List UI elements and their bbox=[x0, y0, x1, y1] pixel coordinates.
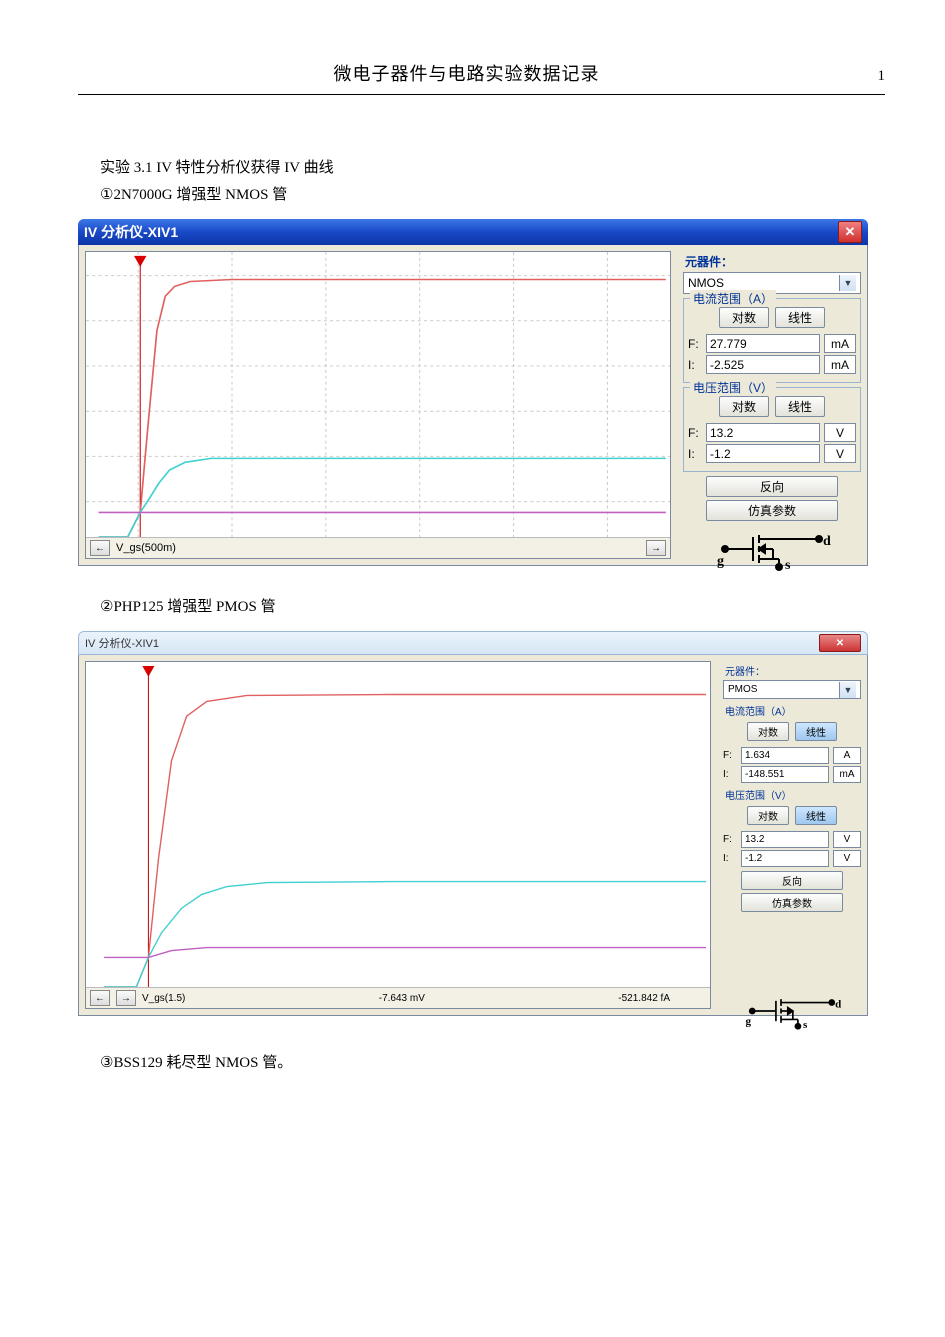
voltage-i-input[interactable]: -1.2 bbox=[706, 444, 820, 463]
current-i-unit[interactable]: mA bbox=[833, 766, 861, 783]
voltage-range-legend: 电压范围（V） bbox=[725, 787, 861, 802]
sim-params-button[interactable]: 仿真参数 bbox=[741, 893, 843, 912]
current-range-group: 电流范围（A） 对数 线性 F: 27.779 mA I: -2.525 mA bbox=[683, 298, 861, 383]
f-label: F: bbox=[723, 750, 737, 761]
current-f-unit[interactable]: mA bbox=[824, 334, 856, 353]
title-bar[interactable]: IV 分析仪-XIV1 ✕ bbox=[78, 219, 868, 245]
curve-mid bbox=[99, 458, 666, 537]
voltage-range-legend: 电压范围（V） bbox=[690, 379, 776, 396]
component-label: 元器件： bbox=[685, 253, 861, 270]
curve-low bbox=[104, 948, 706, 958]
linear-button[interactable]: 线性 bbox=[775, 396, 825, 417]
reverse-button[interactable]: 反向 bbox=[741, 871, 843, 890]
voltage-f-input[interactable]: 13.2 bbox=[741, 831, 829, 848]
linear-button[interactable]: 线性 bbox=[795, 806, 837, 825]
log-button[interactable]: 对数 bbox=[747, 722, 789, 741]
curve-mid bbox=[104, 882, 706, 987]
curve-high bbox=[99, 280, 666, 537]
close-icon[interactable]: ✕ bbox=[819, 634, 861, 652]
status-mid-value: -7.643 mV bbox=[379, 993, 425, 1004]
voltage-i-unit[interactable]: V bbox=[824, 444, 856, 463]
component-value: NMOS bbox=[688, 276, 724, 290]
current-range-legend: 电流范围（A） bbox=[725, 703, 861, 718]
component-label: 元器件： bbox=[725, 663, 861, 678]
svg-text:s: s bbox=[803, 1019, 808, 1030]
item-2-label: ②PHP125 增强型 PMOS 管 bbox=[100, 594, 885, 621]
f-label: F: bbox=[688, 426, 702, 440]
voltage-range-group: 电压范围（V） 对数 线性 F: 13.2 V I: -1.2 V bbox=[683, 387, 861, 472]
experiment-title: 实验 3.1 IV 特性分析仪获得 IV 曲线 bbox=[100, 155, 885, 182]
i-label: I: bbox=[723, 853, 737, 864]
linear-button[interactable]: 线性 bbox=[775, 307, 825, 328]
status-label: V_gs(500m) bbox=[116, 542, 176, 554]
current-i-input[interactable]: -148.551 bbox=[741, 766, 829, 783]
curve-high bbox=[104, 695, 706, 988]
current-range-legend: 电流范围（A） bbox=[690, 290, 776, 307]
log-button[interactable]: 对数 bbox=[719, 307, 769, 328]
component-dropdown[interactable]: PMOS ▼ bbox=[723, 680, 861, 699]
i-label: I: bbox=[688, 447, 702, 461]
iv-curves-chart-1 bbox=[86, 252, 670, 537]
i-label: I: bbox=[723, 769, 737, 780]
iv-analyzer-window-2: IV 分析仪-XIV1 ✕ ← → V_gs(1.5) -7.643 mV bbox=[78, 631, 868, 1016]
current-f-input[interactable]: 27.779 bbox=[706, 334, 820, 353]
component-value: PMOS bbox=[728, 684, 757, 695]
close-icon[interactable]: ✕ bbox=[838, 221, 862, 243]
plot-area[interactable]: ← V_gs(500m) → bbox=[85, 251, 671, 559]
page-number: 1 bbox=[855, 68, 885, 85]
svg-text:g: g bbox=[717, 554, 724, 569]
svg-text:d: d bbox=[835, 999, 841, 1011]
arrow-left-icon[interactable]: ← bbox=[90, 990, 110, 1006]
arrow-right-icon[interactable]: → bbox=[116, 990, 136, 1006]
iv-curves-chart-2 bbox=[86, 662, 710, 987]
i-label: I: bbox=[688, 358, 702, 372]
voltage-range-group: 电压范围（V） 对数 线性 F: 13.2 V I: -1.2 V bbox=[723, 787, 861, 867]
window-title: IV 分析仪-XIV1 bbox=[84, 222, 178, 242]
current-range-group: 电流范围（A） 对数 线性 F: 1.634 A I: -148.551 mA bbox=[723, 703, 861, 783]
window-title: IV 分析仪-XIV1 bbox=[85, 635, 159, 651]
side-panel: 元器件： NMOS ▼ 电流范围（A） 对数 线性 F: 27.779 mA bbox=[677, 245, 867, 565]
side-panel: 元器件： PMOS ▼ 电流范围（A） 对数 线性 F: 1.634 A bbox=[717, 655, 867, 1015]
arrow-left-icon[interactable]: ← bbox=[90, 540, 110, 556]
reverse-button[interactable]: 反向 bbox=[706, 476, 838, 497]
status-label: V_gs(1.5) bbox=[142, 993, 185, 1004]
status-right-value: -521.842 fA bbox=[618, 993, 670, 1004]
voltage-i-input[interactable]: -1.2 bbox=[741, 850, 829, 867]
item-3-label: ③BSS129 耗尽型 NMOS 管。 bbox=[100, 1050, 885, 1077]
log-button[interactable]: 对数 bbox=[719, 396, 769, 417]
current-i-unit[interactable]: mA bbox=[824, 355, 856, 374]
arrow-right-icon[interactable]: → bbox=[646, 540, 666, 556]
voltage-f-unit[interactable]: V bbox=[824, 423, 856, 442]
title-bar[interactable]: IV 分析仪-XIV1 ✕ bbox=[78, 631, 868, 655]
svg-text:s: s bbox=[785, 558, 791, 571]
page-header-title: 微电子器件与电路实验数据记录 bbox=[78, 60, 855, 86]
header-divider bbox=[78, 94, 885, 95]
f-label: F: bbox=[688, 337, 702, 351]
current-f-input[interactable]: 1.634 bbox=[741, 747, 829, 764]
voltage-f-input[interactable]: 13.2 bbox=[706, 423, 820, 442]
log-button[interactable]: 对数 bbox=[747, 806, 789, 825]
voltage-f-unit[interactable]: V bbox=[833, 831, 861, 848]
item-1-label: ①2N7000G 增强型 NMOS 管 bbox=[100, 182, 885, 209]
voltage-i-unit[interactable]: V bbox=[833, 850, 861, 867]
mosfet-symbol-icon: g s d bbox=[683, 527, 861, 575]
svg-text:d: d bbox=[823, 534, 831, 549]
sim-params-button[interactable]: 仿真参数 bbox=[706, 500, 838, 521]
chevron-down-icon[interactable]: ▼ bbox=[839, 275, 856, 291]
status-bar: ← V_gs(500m) → bbox=[86, 537, 670, 558]
svg-text:g: g bbox=[745, 1016, 751, 1028]
status-bar: ← → V_gs(1.5) -7.643 mV -521.842 fA bbox=[86, 987, 710, 1008]
chevron-down-icon[interactable]: ▼ bbox=[839, 682, 856, 698]
iv-analyzer-window-1: IV 分析仪-XIV1 ✕ bbox=[78, 219, 868, 566]
mosfet-symbol-icon: g s d bbox=[723, 992, 861, 1033]
current-f-unit[interactable]: A bbox=[833, 747, 861, 764]
f-label: F: bbox=[723, 834, 737, 845]
linear-button[interactable]: 线性 bbox=[795, 722, 837, 741]
current-i-input[interactable]: -2.525 bbox=[706, 355, 820, 374]
plot-area[interactable]: ← → V_gs(1.5) -7.643 mV -521.842 fA bbox=[85, 661, 711, 1009]
